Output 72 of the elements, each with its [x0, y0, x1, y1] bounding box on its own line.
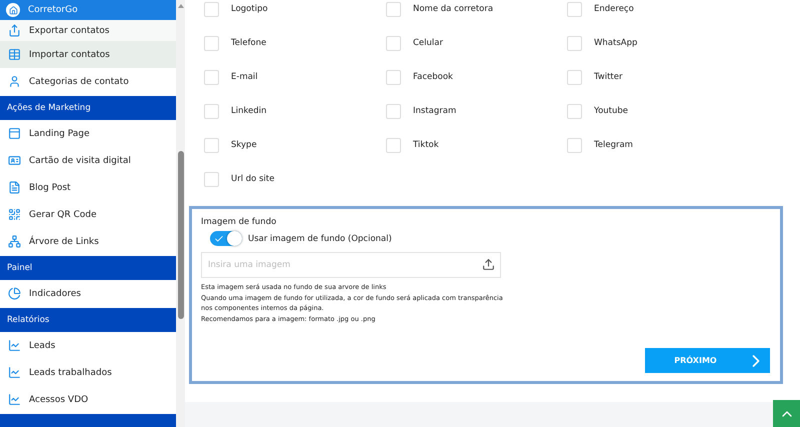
checkbox[interactable] [204, 138, 219, 152]
checkbox[interactable] [567, 138, 582, 152]
checkbox-label: Skype [231, 140, 257, 150]
checkbox-label: Telefone [231, 38, 266, 48]
checkbox-label: Nome da corretora [413, 4, 494, 14]
document-icon [8, 181, 21, 194]
toggle-switch[interactable] [210, 231, 242, 246]
checkbox[interactable] [567, 2, 582, 16]
app-name: CorretorGo [28, 5, 78, 15]
checkbox-label: Celular [413, 38, 443, 48]
sidebar-item-label: Leads trabalhados [29, 368, 112, 378]
user-icon [8, 75, 21, 88]
sidebar-section: Relatórios [0, 307, 176, 332]
scrollbar[interactable] [176, 0, 185, 427]
check-icon [214, 234, 224, 244]
checkbox-label: Youtube [594, 106, 628, 116]
sidebar-item-label: Categorias de contato [29, 76, 129, 86]
home-icon [6, 3, 20, 17]
scroll-top-button[interactable] [773, 400, 800, 427]
pie-chart-icon [8, 287, 21, 300]
sidebar-item-label: Acessos VDO [29, 394, 88, 404]
sidebar-section: Ações de Marketing [0, 95, 176, 120]
checkbox-label: WhatsApp [594, 38, 638, 48]
checkbox-label: Tiktok [413, 140, 439, 150]
checkbox-label: Telegram [594, 140, 633, 150]
sidebar-item-label: Importar contatos [29, 50, 110, 60]
line-chart-icon [8, 393, 21, 406]
checkbox-label: Twitter [594, 72, 622, 82]
app-header[interactable]: CorretorGo [0, 0, 176, 20]
checkbox[interactable] [204, 70, 219, 84]
share-icon [8, 24, 21, 37]
checkbox[interactable] [386, 138, 401, 152]
checkbox[interactable] [204, 104, 219, 118]
qr-code-icon [8, 208, 21, 221]
checkbox[interactable] [204, 2, 219, 16]
sidebar-item-label: Indicadores [29, 288, 81, 298]
checkbox[interactable] [386, 36, 401, 50]
checkbox-label: Logotipo [231, 4, 268, 14]
upload-field[interactable]: Insira uma imagem [201, 252, 501, 278]
line-chart-icon [8, 366, 21, 379]
checkbox-label: Instagram [413, 106, 456, 116]
browser-icon [8, 127, 21, 140]
line-chart-icon [8, 339, 21, 352]
checkbox[interactable] [567, 104, 582, 118]
checkbox[interactable] [386, 2, 401, 16]
sidebar-item-label: Árvore de Links [29, 236, 99, 246]
sidebar-item-label: Gerar QR Code [29, 210, 97, 220]
toggle-label: Usar imagem de fundo (Opcional) [248, 234, 392, 244]
sidebar-item-label: Blog Post [29, 182, 71, 192]
checkbox-label: Url do site [231, 174, 274, 184]
sidebar-item-label: Cartão de visita digital [29, 156, 131, 166]
sidebar-section: Painel [0, 255, 176, 280]
checkbox-label: Facebook [413, 72, 453, 82]
checkbox[interactable] [567, 70, 582, 84]
checkbox[interactable] [567, 36, 582, 50]
section-title: Imagem de fundo [201, 217, 278, 227]
checkbox-label: Linkedin [231, 106, 266, 116]
sidebar-item[interactable]: Importar contatos [0, 41, 176, 68]
upload-icon[interactable] [482, 258, 495, 271]
sidebar-item-label: Exportar contatos [29, 26, 110, 36]
checkbox-label: Endereço [594, 4, 634, 14]
id-card-icon [8, 154, 21, 167]
sidebar-item[interactable]: Exportar contatos [0, 20, 176, 41]
sidebar-item-label: Landing Page [29, 128, 90, 138]
checkbox-label: E-mail [231, 72, 258, 82]
sidebar-item-label: Leads [29, 340, 56, 350]
network-icon [8, 235, 21, 248]
checkbox[interactable] [386, 104, 401, 118]
table-icon [8, 48, 21, 61]
checkbox[interactable] [386, 70, 401, 84]
checkbox[interactable] [204, 172, 219, 186]
checkbox[interactable] [204, 36, 219, 50]
